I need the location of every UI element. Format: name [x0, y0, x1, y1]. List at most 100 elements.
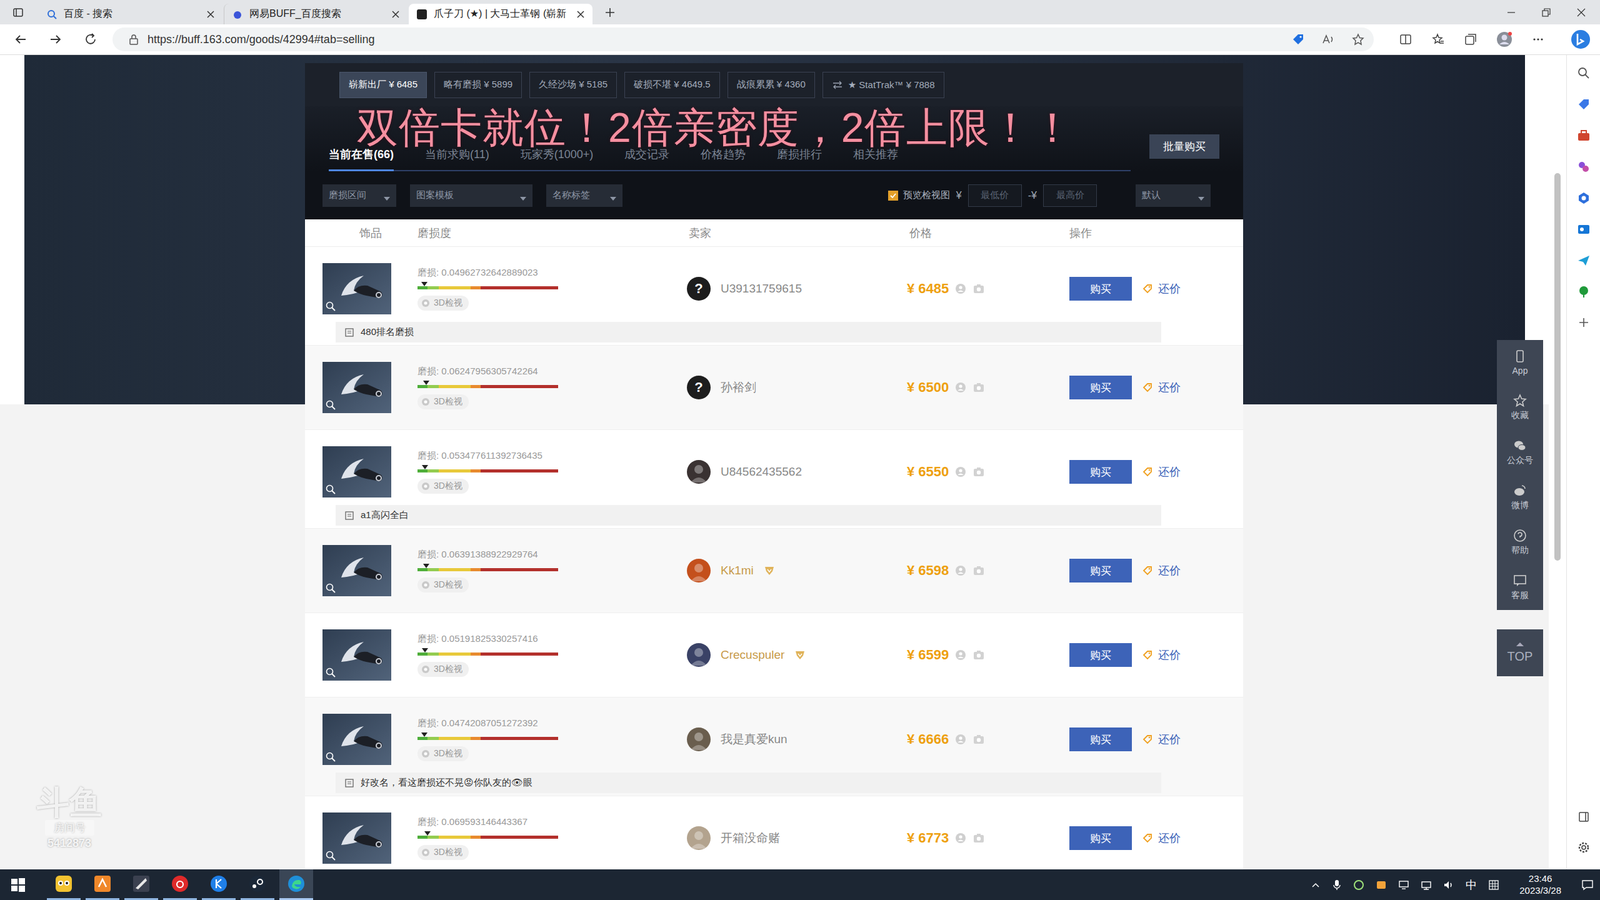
microphone-icon[interactable]	[1331, 879, 1342, 891]
buy-button[interactable]: 购买	[1069, 460, 1132, 484]
keyboard-grid-icon[interactable]	[1488, 879, 1500, 891]
bulk-buy-button[interactable]: 批量购买	[1149, 134, 1220, 159]
clock[interactable]: 23:462023/3/28	[1519, 873, 1562, 897]
seller-info-icon[interactable]	[955, 381, 967, 394]
refresh-icon[interactable]	[83, 32, 98, 47]
side-toolbar-item[interactable]: App	[1496, 340, 1544, 385]
seller-name[interactable]: U84562435562	[720, 465, 802, 479]
screenshot-camera-icon[interactable]	[972, 283, 985, 295]
item-thumbnail[interactable]	[322, 812, 392, 864]
seller-avatar[interactable]	[686, 643, 711, 667]
favorite-add-icon[interactable]	[1351, 32, 1365, 47]
taskbar-app[interactable]	[85, 869, 120, 900]
windows-start-icon[interactable]	[10, 877, 26, 893]
add-icon[interactable]	[1577, 316, 1590, 329]
3d-inspect-button[interactable]: 3D检视	[417, 478, 469, 494]
input-method-indicator[interactable]: 中	[1465, 877, 1477, 893]
item-thumbnail[interactable]	[322, 629, 392, 681]
seller-name[interactable]: 孙裕剑	[720, 379, 757, 396]
seller-avatar[interactable]	[686, 460, 711, 484]
restore-icon[interactable]	[1541, 7, 1552, 18]
filter-dropdown[interactable]: 图案模板	[410, 184, 533, 207]
minimize-icon[interactable]	[1506, 7, 1517, 18]
browser-tab[interactable]: 网易BUFF_百度搜索	[223, 3, 408, 25]
buy-button[interactable]: 购买	[1069, 727, 1132, 752]
seller-name[interactable]: 开箱没命赌	[720, 830, 780, 847]
taskbar-app[interactable]	[201, 869, 236, 900]
zoom-magnifier-icon[interactable]	[325, 582, 337, 594]
taskbar-app[interactable]	[240, 869, 275, 900]
tray-expand-icon[interactable]	[1310, 880, 1321, 890]
3d-inspect-button[interactable]: 3D检视	[417, 295, 469, 311]
seller-name[interactable]: U39131759615	[720, 281, 802, 296]
3d-inspect-button[interactable]: 3D检视	[417, 394, 469, 410]
filter-dropdown[interactable]: 磨损区间	[322, 184, 397, 207]
taskbar-app[interactable]	[163, 869, 197, 900]
profile-avatar-icon[interactable]	[1496, 31, 1513, 48]
max-price-field[interactable]: 最高价	[1043, 184, 1097, 207]
more-menu-icon[interactable]	[1531, 32, 1545, 47]
3d-inspect-button[interactable]: 3D检视	[417, 661, 469, 677]
games-icon[interactable]	[1576, 160, 1591, 174]
back-to-top-button[interactable]: TOP	[1496, 629, 1544, 677]
side-toolbar-item[interactable]: 公众号	[1496, 430, 1544, 475]
3d-inspect-button[interactable]: 3D检视	[417, 845, 469, 860]
volume-icon[interactable]	[1443, 879, 1455, 891]
buy-button[interactable]: 购买	[1069, 276, 1132, 301]
toolbox-icon[interactable]	[1576, 128, 1591, 143]
seller-avatar[interactable]	[686, 826, 711, 850]
close-window-icon[interactable]	[1576, 7, 1587, 18]
scrollbar-thumb[interactable]	[1554, 173, 1561, 561]
send-plane-icon[interactable]	[1576, 253, 1591, 268]
screenshot-camera-icon[interactable]	[972, 565, 985, 577]
seller-name[interactable]: Crecuspuler	[720, 648, 785, 662]
search-icon[interactable]	[1576, 66, 1591, 80]
display-icon[interactable]	[1398, 879, 1410, 891]
seller-name[interactable]: Kk1mi	[720, 563, 754, 578]
item-thumbnail[interactable]	[322, 545, 392, 597]
seller-info-icon[interactable]	[955, 466, 967, 478]
shopping-tag-icon[interactable]	[1576, 97, 1591, 112]
new-tab-icon[interactable]	[603, 6, 617, 19]
3d-inspect-button[interactable]: 3D检视	[417, 577, 469, 593]
side-toolbar-item[interactable]: 帮助	[1496, 520, 1544, 565]
forward-arrow-icon[interactable]	[48, 32, 63, 47]
outlook-icon[interactable]	[1576, 222, 1591, 237]
buy-button[interactable]: 购买	[1069, 558, 1132, 583]
seller-avatar[interactable]	[686, 727, 711, 752]
taskbar-app[interactable]	[124, 869, 159, 900]
seller-info-icon[interactable]	[955, 565, 967, 577]
side-toolbar-item[interactable]: 微博	[1496, 475, 1544, 520]
taskbar-app[interactable]	[46, 869, 81, 900]
screenshot-camera-icon[interactable]	[972, 466, 985, 478]
collections-icon[interactable]	[1463, 32, 1478, 47]
seller-name[interactable]: 我是真爱kun	[720, 731, 788, 748]
wear-filter-button[interactable]: 略有磨损 ¥ 5899	[434, 71, 522, 99]
sidebar-layout-icon[interactable]	[1577, 810, 1590, 824]
buy-button[interactable]: 购买	[1069, 826, 1132, 850]
item-thumbnail[interactable]	[322, 446, 392, 498]
seller-info-icon[interactable]	[955, 649, 967, 661]
close-icon[interactable]	[576, 10, 585, 19]
counter-offer-button[interactable]: 还价	[1141, 380, 1181, 395]
browser-tab[interactable]: 爪子刀 (★) | 大马士革钢 (崭新	[408, 3, 593, 25]
3d-inspect-button[interactable]: 3D检视	[417, 746, 469, 762]
tray-app-icon[interactable]	[1353, 879, 1365, 891]
preview-toggle[interactable]: 预览检视图	[888, 189, 950, 202]
item-thumbnail[interactable]	[322, 361, 392, 414]
counter-offer-button[interactable]: 还价	[1141, 731, 1181, 747]
sort-dropdown[interactable]: 默认	[1135, 184, 1211, 207]
wear-filter-button[interactable]: 战痕累累 ¥ 4360	[727, 71, 815, 99]
item-thumbnail[interactable]	[322, 263, 392, 315]
seller-avatar[interactable]: ?	[686, 375, 711, 400]
notification-icon[interactable]	[1581, 878, 1594, 892]
counter-offer-button[interactable]: 还价	[1141, 647, 1181, 663]
wear-filter-button[interactable]: ★ StatTrak™ ¥ 7888	[822, 71, 945, 99]
network-icon[interactable]	[1420, 879, 1432, 891]
counter-offer-button[interactable]: 还价	[1141, 281, 1181, 297]
buy-button[interactable]: 购买	[1069, 375, 1132, 400]
wear-filter-button[interactable]: 崭新出厂 ¥ 6485	[339, 71, 427, 99]
browser-tab[interactable]: 百度 - 搜索	[38, 3, 223, 25]
wear-filter-button[interactable]: 久经沙场 ¥ 5185	[529, 71, 617, 99]
counter-offer-button[interactable]: 还价	[1141, 830, 1181, 846]
